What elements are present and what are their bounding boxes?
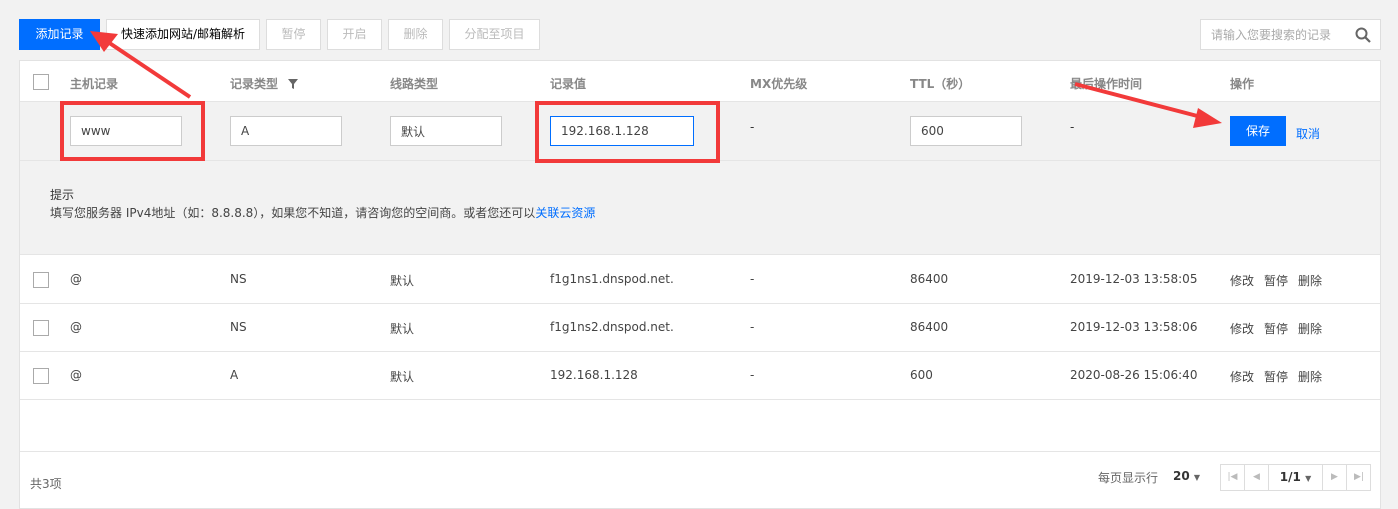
pause-link[interactable]: 暂停 [1264,272,1288,289]
search-icon[interactable] [1355,27,1371,43]
enable-button[interactable]: 开启 [327,19,382,50]
hint-text: 填写您服务器 IPv4地址（如：8.8.8.8），如果您不知道，请咨询您的空间商… [50,206,536,220]
cell-ttl: 86400 [910,320,949,334]
select-all-checkbox[interactable] [33,74,49,90]
cell-type: NS [230,272,247,286]
header-value: 记录值 [550,77,587,91]
cell-time: 2019-12-03 13:58:05 [1070,272,1198,286]
delete-link[interactable]: 删除 [1298,320,1322,337]
row-checkbox[interactable] [33,320,49,336]
link-cloud-resource[interactable]: 关联云资源 [535,206,595,220]
table-row: @ A 默认 192.168.1.128 - 600 2020-08-26 15… [20,352,1380,400]
header-line: 线路类型 [390,77,439,91]
header-time: 最后操作时间 [1070,77,1143,91]
header-ttl: TTL（秒） [910,77,971,91]
table-header: 主机记录 记录类型 线路类型 记录值 MX优先级 TTL（秒） 最后操作时间 操… [20,61,1380,102]
edit-link[interactable]: 修改 [1230,320,1254,337]
cell-time: 2019-12-03 13:58:06 [1070,320,1198,334]
filter-icon[interactable] [288,79,299,89]
cell-type: A [230,368,239,382]
quick-add-button[interactable]: 快速添加网站/邮箱解析 [106,19,260,50]
delete-button[interactable]: 删除 [388,19,443,50]
add-record-button[interactable]: 添加记录 [19,19,100,50]
annotation-box-host [60,101,205,161]
cell-type: NS [230,320,247,334]
chevron-down-icon: ▼ [1305,474,1312,483]
edit-link[interactable]: 修改 [1230,272,1254,289]
hint-panel: 提示 填写您服务器 IPv4地址（如：8.8.8.8），如果您不知道，请咨询您的… [20,161,1380,255]
mx-value: - [750,120,755,134]
save-button[interactable]: 保存 [1230,116,1286,146]
cell-host: @ [70,368,82,382]
line-select[interactable] [390,116,502,146]
pause-button[interactable]: 暂停 [266,19,321,50]
page-indicator: 1/1 [1279,470,1301,484]
per-page-select[interactable]: 20 ▼ [1173,469,1200,483]
ttl-field[interactable] [910,116,1022,146]
page-select[interactable]: 1/1 ▼ [1269,465,1323,490]
cancel-link[interactable]: 取消 [1296,125,1320,142]
per-page-value: 20 [1173,469,1190,483]
cell-time: 2020-08-26 15:06:40 [1070,368,1198,382]
cell-mx: - [750,272,755,286]
header-host: 主机记录 [70,77,119,91]
pause-link[interactable]: 暂停 [1264,368,1288,385]
delete-link[interactable]: 删除 [1298,368,1322,385]
row-checkbox[interactable] [33,272,49,288]
last-page-icon[interactable]: ▶| [1347,465,1371,490]
cell-value: 192.168.1.128 [550,368,638,382]
cell-value: f1g1ns2.dnspod.net. [550,320,674,334]
row-checkbox[interactable] [33,368,49,384]
header-action: 操作 [1230,77,1255,91]
time-value: - [1070,120,1075,134]
cell-mx: - [750,320,755,334]
header-type-label: 记录类型 [230,77,279,91]
cell-host: @ [70,272,82,286]
header-type[interactable]: 记录类型 [230,75,299,92]
pagination: |◀ ◀ 1/1 ▼ ▶ ▶| [1220,464,1371,491]
search-box [1200,19,1381,50]
cell-line: 默认 [390,370,415,384]
header-mx: MX优先级 [750,77,808,91]
chevron-down-icon: ▼ [1193,473,1201,482]
type-select[interactable] [230,116,342,146]
cell-host: @ [70,320,82,334]
table-row: @ NS 默认 f1g1ns1.dnspod.net. - 86400 2019… [20,256,1380,304]
hint-text-line: 填写您服务器 IPv4地址（如：8.8.8.8），如果您不知道，请咨询您的空间商… [50,204,595,221]
assign-project-button[interactable]: 分配至项目 [449,19,540,50]
hint-title: 提示 [50,188,75,202]
annotation-box-value [535,101,720,163]
cell-line: 默认 [390,322,415,336]
search-input[interactable] [1201,20,1351,49]
pause-link[interactable]: 暂停 [1264,320,1288,337]
cell-ttl: 86400 [910,272,949,286]
total-count: 共3项 [30,477,62,491]
prev-page-icon[interactable]: ◀ [1245,465,1269,490]
table-footer: 共3项 每页显示行 20 ▼ |◀ ◀ 1/1 ▼ ▶ ▶| [20,451,1380,509]
cell-line: 默认 [390,274,415,288]
cell-ttl: 600 [910,368,933,382]
delete-link[interactable]: 删除 [1298,272,1322,289]
next-page-icon[interactable]: ▶ [1323,465,1347,490]
edit-link[interactable]: 修改 [1230,368,1254,385]
per-page-label: 每页显示行 [1098,471,1159,485]
cell-value: f1g1ns1.dnspod.net. [550,272,674,286]
cell-mx: - [750,368,755,382]
table-row: @ NS 默认 f1g1ns2.dnspod.net. - 86400 2019… [20,304,1380,352]
first-page-icon[interactable]: |◀ [1221,465,1245,490]
